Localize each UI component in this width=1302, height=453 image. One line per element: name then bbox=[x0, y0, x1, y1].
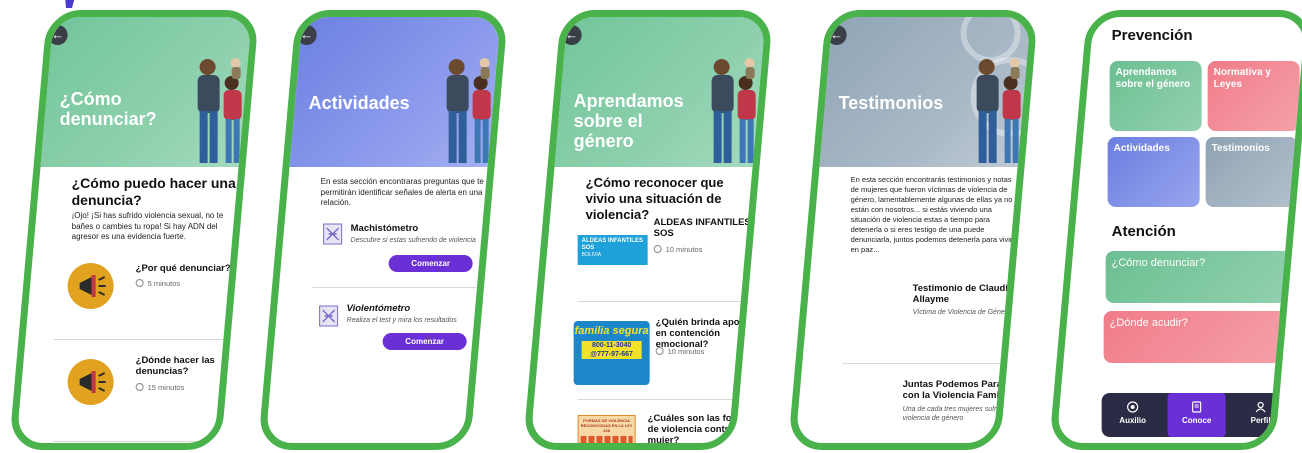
hero-banner: ← Testimonios bbox=[812, 10, 1039, 167]
item-desc: Víctima de Violencia de Género bbox=[912, 309, 1011, 316]
gauge-icon bbox=[319, 305, 339, 327]
tile-donde-acudir[interactable]: ¿Dónde acudir? bbox=[1103, 311, 1294, 363]
formas-violencia-logo: FORMAS DE VIOLENCIA RECONOCIDAS EN LA LE… bbox=[577, 415, 636, 445]
divider bbox=[53, 441, 252, 442]
item-title: Testimonio de Claudia Allayme bbox=[912, 283, 1014, 305]
item-title: Machistómetro bbox=[350, 223, 419, 234]
clock-icon bbox=[135, 279, 144, 287]
comenzar-button[interactable]: Comenzar bbox=[388, 255, 473, 272]
intro-text: En esta sección encontrarás testimonios … bbox=[850, 175, 1013, 254]
item-desc: Realiza el test y mira los resultados bbox=[346, 317, 457, 324]
item-desc: Descubre si estas sufriendo de violencia bbox=[350, 237, 476, 244]
user-icon bbox=[1255, 401, 1266, 413]
item-title: ¿Cuáles son las formas de violencia cont… bbox=[647, 413, 755, 446]
duration-label: 5 minutos bbox=[135, 279, 180, 288]
nav-perfil[interactable]: Perfil bbox=[1232, 393, 1290, 437]
page-title: Actividades bbox=[308, 93, 410, 113]
phone-home: Prevención Aprendamos sobre el género No… bbox=[1048, 10, 1302, 450]
couple-illustration-icon bbox=[197, 58, 242, 163]
duration-label: 15 minutos bbox=[135, 383, 184, 392]
nav-conoce[interactable]: Conoce bbox=[1167, 393, 1226, 437]
aldeas-logo: ALDEAS INFANTILES SOS BOLIVIA bbox=[577, 235, 648, 265]
back-arrow-icon[interactable]: ← bbox=[826, 25, 847, 45]
megaphone-icon bbox=[67, 359, 114, 405]
tile-actividades[interactable]: Actividades bbox=[1107, 137, 1200, 207]
phone-como-denunciar: ← ¿Cómo denunciar? ¿Cómo puedo hacer una… bbox=[8, 10, 260, 450]
warning-text: ¡Ojo! ¡Si has sufrido violencia sexual, … bbox=[71, 211, 224, 241]
hero-banner: ← Aprendamos sobre el género bbox=[547, 17, 774, 167]
tile-normativa[interactable]: Normativa y Leyes bbox=[1207, 61, 1300, 131]
back-arrow-icon[interactable]: ← bbox=[296, 25, 317, 45]
couple-illustration-icon bbox=[446, 58, 491, 163]
item-title: Violentómetro bbox=[346, 303, 411, 314]
nav-auxilio[interactable]: Auxilio bbox=[1104, 393, 1162, 437]
megaphone-icon bbox=[67, 263, 114, 309]
atencion-heading: Atención bbox=[1111, 223, 1176, 240]
comenzar-button[interactable]: Comenzar bbox=[382, 333, 467, 350]
tile-como-denunciar[interactable]: ¿Cómo denunciar? bbox=[1105, 251, 1298, 303]
couple-illustration-icon bbox=[711, 58, 756, 163]
tile-testimonios[interactable]: Testimonios bbox=[1205, 137, 1298, 207]
duration-label: 10 minutos bbox=[653, 245, 702, 254]
section-title: ¿Cómo puedo hacer una denuncia? bbox=[71, 175, 236, 208]
back-arrow-icon[interactable]: ← bbox=[561, 25, 582, 45]
prevencion-heading: Prevención bbox=[1111, 27, 1193, 44]
item-title: Juntas Podemos Parar con la Violencia Fa… bbox=[902, 379, 1014, 401]
item-title: ALDEAS INFANTILES SOS bbox=[653, 217, 751, 239]
book-icon bbox=[1192, 401, 1202, 413]
section-title: ¿Cómo reconocer que vivio una situación … bbox=[585, 175, 724, 222]
bottom-nav: Auxilio Conoce Perfil bbox=[1101, 393, 1296, 437]
showcase: ← ¿Cómo denunciar? ¿Cómo puedo hacer una… bbox=[0, 0, 1302, 453]
divider bbox=[312, 287, 491, 288]
duration-label: 10 minutos bbox=[655, 347, 704, 356]
divider bbox=[577, 399, 756, 400]
item-desc: Una de cada tres mujeres sufre de violen… bbox=[902, 406, 1011, 422]
page-title: Testimonios bbox=[838, 93, 944, 113]
intro-text: En esta sección encontraras preguntas qu… bbox=[320, 177, 484, 207]
back-arrow-icon[interactable]: ← bbox=[47, 25, 68, 45]
help-icon bbox=[1127, 401, 1139, 413]
hero-banner: ← ¿Cómo denunciar? bbox=[33, 17, 260, 167]
clock-icon bbox=[655, 347, 664, 355]
couple-illustration-icon bbox=[976, 58, 1021, 163]
familia-segura-logo: familia segura 800-11-3040 @777-97-667 bbox=[573, 321, 650, 385]
tile-aprendamos[interactable]: Aprendamos sobre el género bbox=[1109, 61, 1202, 131]
phone-aprendamos: ← Aprendamos sobre el género ¿Cómo recon… bbox=[522, 10, 774, 450]
clock-icon bbox=[653, 245, 662, 253]
page-title: ¿Cómo denunciar? bbox=[59, 89, 157, 129]
phone-actividades: ← Actividades En esta sección encontrara… bbox=[257, 10, 509, 450]
phone-testimonios: ← Testimonios En esta sección encontrará… bbox=[787, 10, 1039, 450]
hero-banner: ← Actividades bbox=[282, 17, 509, 167]
clock-icon bbox=[135, 383, 144, 391]
item-title: ¿Por qué denunciar? bbox=[135, 263, 231, 274]
page-title: Aprendamos sobre el género bbox=[573, 91, 684, 151]
item-title: ¿Dónde hacer las denuncias? bbox=[135, 355, 215, 377]
divider bbox=[577, 301, 756, 302]
item-title: ¿Quién brinda apoyo en contención emocio… bbox=[655, 317, 751, 350]
divider bbox=[842, 363, 1021, 364]
divider bbox=[53, 339, 252, 340]
gauge-icon bbox=[323, 223, 343, 245]
